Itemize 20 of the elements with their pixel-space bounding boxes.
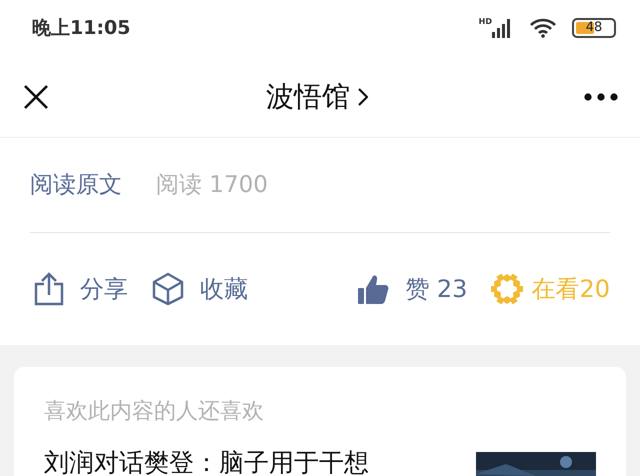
article-title-link[interactable]: 刘润对话樊登：脑子用于干想 bbox=[44, 444, 369, 476]
star-burst-icon bbox=[491, 273, 524, 305]
read-original-link[interactable]: 阅读原文 bbox=[30, 168, 122, 202]
read-count: 阅读 1700 bbox=[156, 170, 268, 200]
network-label: HD bbox=[478, 18, 492, 26]
status-time: 晚上11:05 bbox=[32, 16, 130, 41]
share-button[interactable]: 分享 bbox=[34, 271, 128, 307]
share-icon bbox=[34, 272, 64, 306]
close-button[interactable] bbox=[22, 82, 50, 110]
wifi-icon bbox=[530, 18, 556, 38]
cube-icon bbox=[152, 272, 184, 306]
section-heading: 喜欢此内容的人还喜欢 bbox=[44, 398, 265, 426]
collect-button[interactable]: 收藏 bbox=[152, 271, 248, 307]
thumbs-up-icon bbox=[357, 273, 390, 305]
more-icon bbox=[584, 93, 618, 102]
account-title: 波悟馆 bbox=[266, 78, 350, 114]
like-button[interactable]: 赞 23 bbox=[357, 271, 468, 307]
close-icon bbox=[22, 82, 50, 110]
account-title-link[interactable]: 波悟馆 bbox=[266, 76, 368, 118]
chevron-right-icon bbox=[358, 88, 368, 106]
